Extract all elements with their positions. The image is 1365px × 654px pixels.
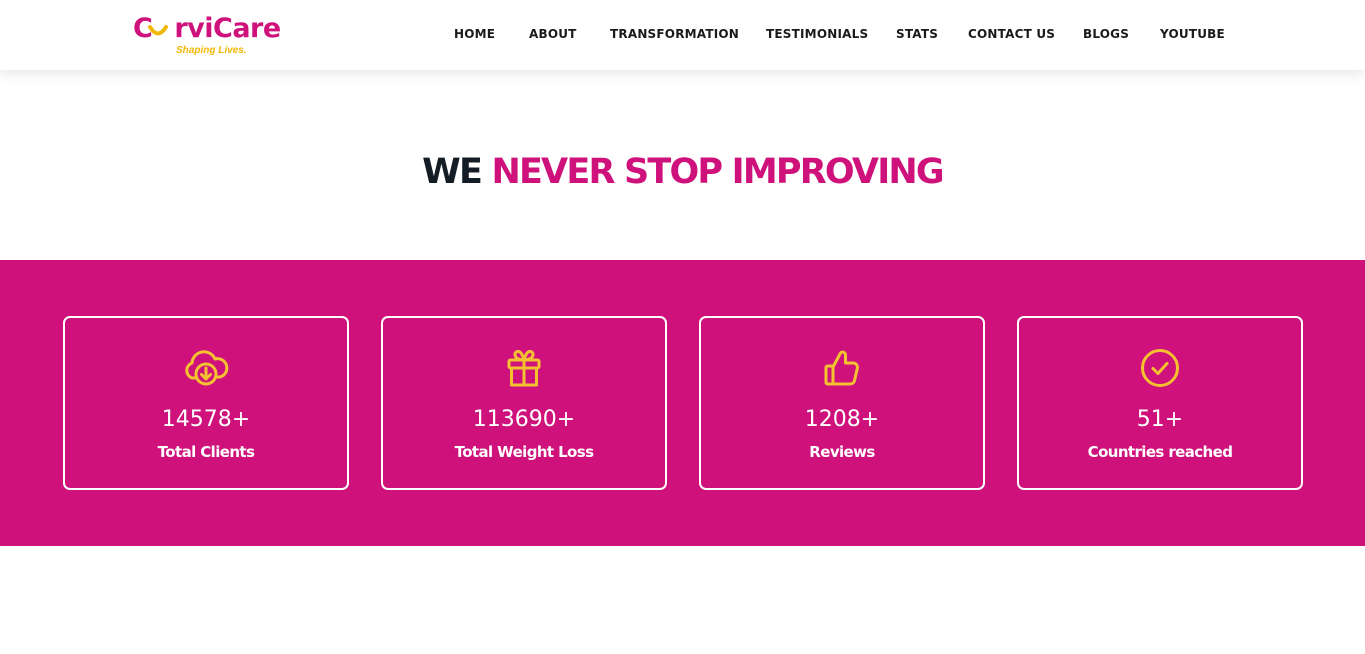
site-header: CrviCare Shaping Lives. HOME ABOUT TRANS…	[0, 0, 1365, 70]
nav-about[interactable]: ABOUT	[529, 27, 577, 41]
section-heading: WE NEVER STOP IMPROVING	[0, 150, 1365, 194]
nav-contact-us[interactable]: CONTACT US	[968, 27, 1055, 41]
nav-youtube[interactable]: YOUTUBE	[1160, 27, 1225, 41]
stat-card-reviews: 1208+ Reviews	[699, 316, 985, 490]
stat-value: 1208+	[804, 407, 880, 432]
stat-label: Total Weight Loss	[454, 443, 594, 461]
stat-card-clients: 14578+ Total Clients	[63, 316, 349, 490]
stat-value: 14578+	[161, 407, 251, 432]
logo-tagline: Shaping Lives.	[176, 45, 247, 56]
nav-blogs[interactable]: BLOGS	[1083, 27, 1129, 41]
nav-transformation[interactable]: TRANSFORMATION	[610, 27, 739, 41]
stat-value: 51+	[1136, 407, 1184, 432]
stat-value: 113690+	[472, 407, 576, 432]
check-circle-icon	[1141, 349, 1179, 387]
logo-smile-icon	[148, 25, 168, 36]
stat-label: Reviews	[809, 443, 875, 461]
heading-pink-part: NEVER STOP IMPROVING	[491, 152, 944, 192]
stat-card-countries: 51+ Countries reached	[1017, 316, 1303, 490]
stat-card-weight-loss: 113690+ Total Weight Loss	[381, 316, 667, 490]
stat-label: Countries reached	[1087, 443, 1233, 461]
thumbs-up-icon	[824, 350, 859, 386]
gift-icon	[507, 349, 541, 387]
curvicare-logo[interactable]: CrviCare Shaping Lives.	[133, 12, 288, 60]
heading-dark-part: WE	[422, 152, 483, 192]
stats-band: 14578+ Total Clients 113690+ Total Weigh…	[0, 260, 1365, 546]
stat-label: Total Clients	[157, 443, 255, 461]
cloud-download-icon	[185, 350, 229, 386]
nav-home[interactable]: HOME	[454, 27, 495, 41]
nav-testimonials[interactable]: TESTIMONIALS	[766, 27, 868, 41]
nav-stats[interactable]: STATS	[896, 27, 938, 41]
